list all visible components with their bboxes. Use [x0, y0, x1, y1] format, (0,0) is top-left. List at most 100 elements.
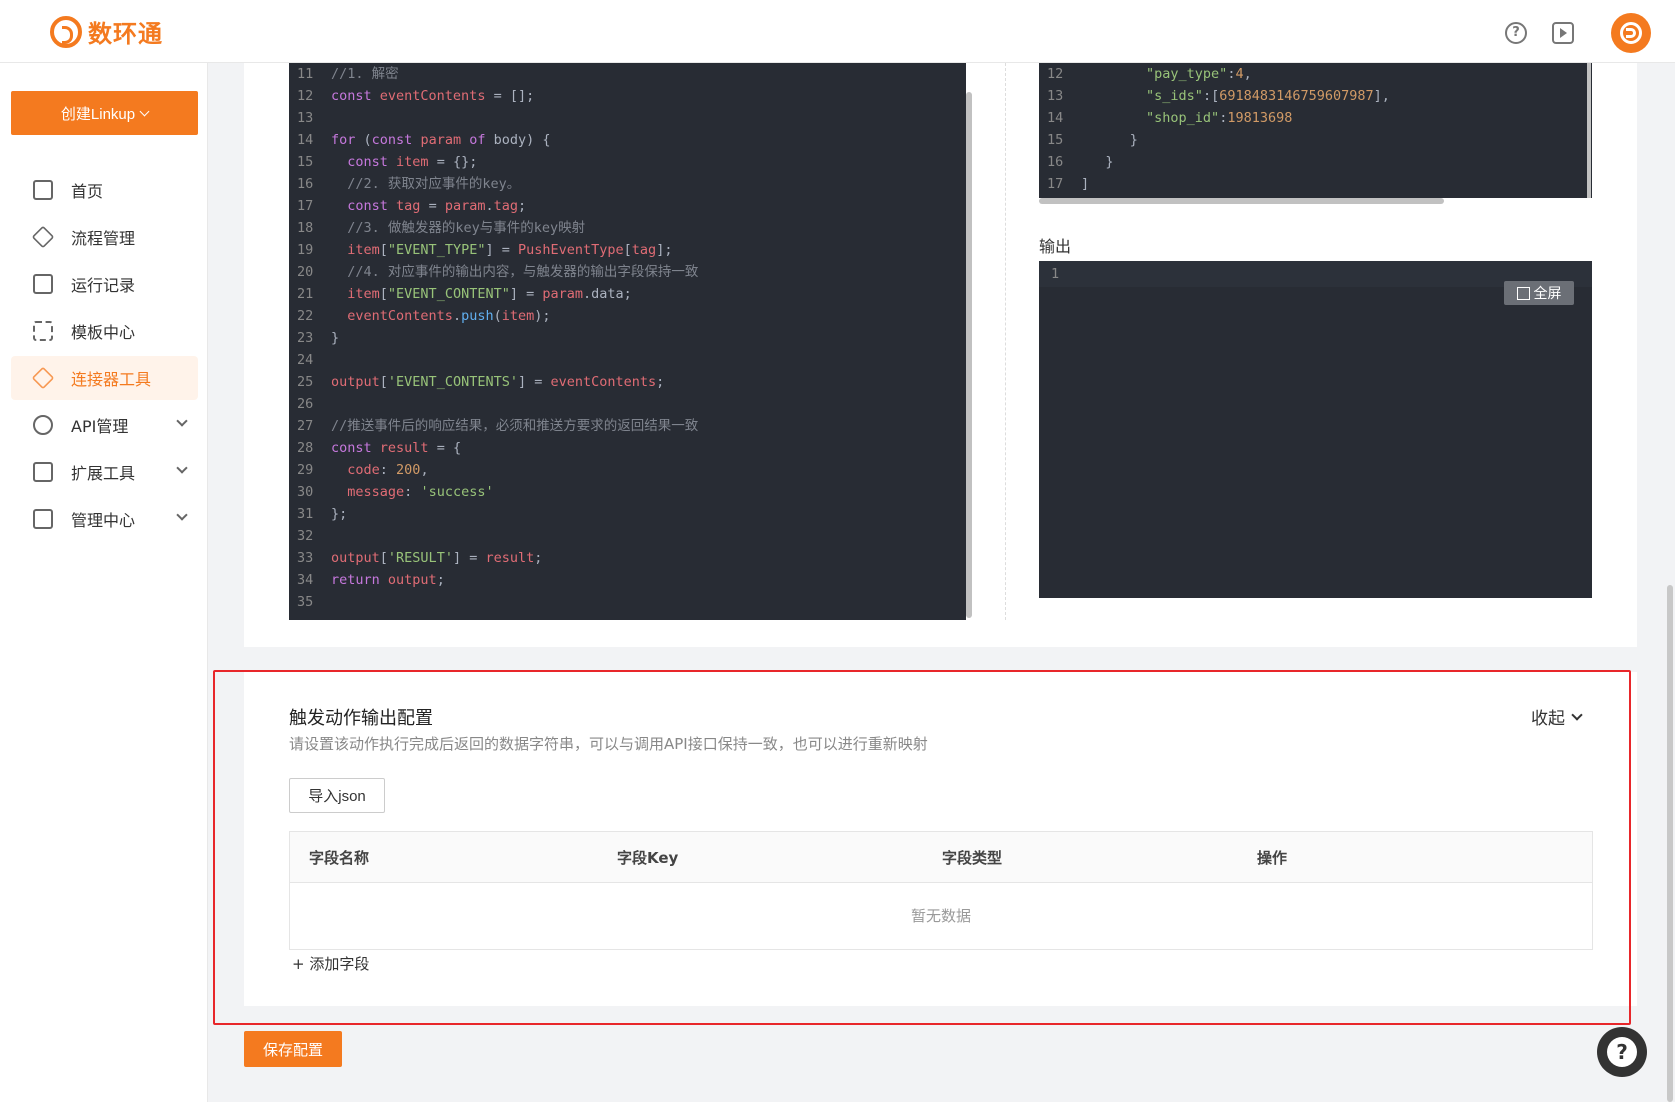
code-line: 21 item["EVENT_CONTENT"] = param.data; — [289, 283, 966, 305]
line-text: for (const param of body) { — [331, 132, 551, 148]
output-label: 输出 — [1039, 237, 1072, 256]
sidebar-item-api-management[interactable]: API管理 — [11, 403, 198, 447]
code-line: 12 "pay_type":4, — [1039, 63, 1592, 85]
sidebar-item-extension-tools[interactable]: 扩展工具 — [11, 450, 198, 494]
line-text: "shop_id":19813698 — [1146, 110, 1293, 126]
line-number: 13 — [1047, 88, 1064, 104]
code-line: 16 } — [1039, 151, 1592, 173]
output-editor[interactable]: 1 — [1039, 261, 1592, 598]
code-line: 20 //4. 对应事件的输出内容，与触发器的输出字段保持一致 — [289, 261, 966, 283]
line-text: const result = { — [331, 440, 462, 456]
code-line: 16 //2. 获取对应事件的key。 — [289, 173, 966, 195]
code-editor-input[interactable]: 12 "pay_type":4, 13 "s_ids":[691848314675… — [1039, 63, 1592, 198]
sidebar-item-connector-tools[interactable]: 连接器工具 — [11, 356, 198, 400]
grid-icon — [33, 321, 53, 341]
line-number: 11 — [297, 66, 314, 82]
avatar[interactable] — [1611, 13, 1651, 53]
line-text: code: 200, — [347, 462, 429, 478]
code-line: 24 — [289, 349, 966, 371]
sidebar-item-label: 首页 — [71, 182, 104, 201]
line-number: 12 — [1047, 66, 1064, 82]
line-number: 33 — [297, 550, 314, 566]
line-text: item["EVENT_TYPE"] = PushEventType[tag]; — [347, 242, 673, 258]
line-number: 15 — [1047, 132, 1064, 148]
line-number: 14 — [1047, 110, 1064, 126]
help-icon: ? — [1607, 1037, 1637, 1067]
code-editor-script[interactable]: 11 //1. 解密 12 const eventContents = []; 13 14… — [289, 63, 966, 620]
sidebar-item-label: 运行记录 — [71, 276, 136, 295]
chevron-down-icon — [176, 415, 188, 427]
fullscreen-button[interactable]: 全屏 — [1504, 281, 1574, 305]
sidebar-item-label: 管理中心 — [71, 511, 136, 530]
line-number: 27 — [297, 418, 314, 434]
line-text: ] — [1081, 176, 1090, 192]
code-line: 34 return output; — [289, 569, 966, 591]
section-description: 请设置该动作执行完成后返回的数据字符串，可以与调用API接口保持一致，也可以进行… — [289, 735, 928, 753]
line-number: 30 — [297, 484, 314, 500]
import-json-button[interactable]: 导入json — [289, 778, 385, 813]
sidebar-item-templates[interactable]: 模板中心 — [11, 309, 198, 353]
code-line: 33 output['RESULT'] = result; — [289, 547, 966, 569]
expand-icon — [1516, 286, 1530, 300]
save-config-button[interactable]: 保存配置 — [244, 1031, 342, 1067]
sidebar-item-flow-management[interactable]: 流程管理 — [11, 215, 198, 259]
line-number: 18 — [297, 220, 314, 236]
line-text: //4. 对应事件的输出内容，与触发器的输出字段保持一致 — [331, 264, 699, 280]
help-icon[interactable]: ? — [1505, 22, 1527, 44]
monitor-icon — [33, 180, 53, 200]
collapse-toggle[interactable]: 收起 — [1531, 704, 1583, 729]
line-text: eventContents.push(item); — [347, 308, 551, 324]
code-line: 19 item["EVENT_TYPE"] = PushEventType[ta… — [289, 239, 966, 261]
code-line: 32 — [289, 525, 966, 547]
line-number: 14 — [297, 132, 314, 148]
line-text: //推送事件后的响应结果，必须和推送方要求的返回结果一致 — [331, 418, 699, 434]
line-number: 16 — [1047, 154, 1064, 170]
column-header-field-key: 字段Key — [617, 849, 679, 867]
line-number: 17 — [1047, 176, 1064, 192]
line-text: } — [331, 330, 340, 346]
sidebar-item-label: API管理 — [71, 417, 129, 436]
code-line: 15 } — [1039, 129, 1592, 151]
code-line: 30 message: 'success' — [289, 481, 966, 503]
code-line: 26 — [289, 393, 966, 415]
input-editor-hscrollbar[interactable] — [1039, 198, 1444, 204]
create-linkup-button[interactable]: 创建Linkup — [11, 91, 198, 135]
line-text: //3. 做触发器的key与事件的key映射 — [331, 220, 586, 236]
line-number: 15 — [297, 154, 314, 170]
add-field-link[interactable]: + 添加字段 — [292, 953, 369, 974]
fullscreen-label: 全屏 — [1533, 286, 1562, 302]
line-number: 32 — [297, 528, 314, 544]
fields-table: 字段名称 字段Key 字段类型 操作 暂无数据 — [289, 831, 1593, 950]
video-icon[interactable] — [1552, 22, 1574, 44]
code-line: 28 const result = { — [289, 437, 966, 459]
logo[interactable]: 数环通 — [50, 14, 163, 49]
sidebar-item-home[interactable]: 首页 — [11, 168, 198, 212]
line-number: 13 — [297, 110, 314, 126]
code-editor-scrollbar[interactable] — [966, 92, 972, 618]
cube-icon — [31, 366, 55, 390]
floating-help-button[interactable]: ? — [1597, 1027, 1647, 1077]
line-text: "s_ids":[6918483146759607987], — [1146, 88, 1390, 104]
chevron-down-icon — [1571, 708, 1583, 721]
line-number: 16 — [297, 176, 314, 192]
line-number: 31 — [297, 506, 314, 522]
line-number: 28 — [297, 440, 314, 456]
input-editor-vscrollbar[interactable] — [1587, 63, 1591, 198]
logo-text: 数环通 — [88, 20, 163, 48]
line-text: } — [1081, 132, 1138, 148]
line-number: 24 — [297, 352, 314, 368]
code-line: 13 "s_ids":[6918483146759607987], — [1039, 85, 1592, 107]
sidebar-item-label: 模板中心 — [71, 323, 136, 342]
clipboard-icon — [33, 274, 53, 294]
code-line: 31}; — [289, 503, 966, 525]
sidebar: 创建Linkup 首页 流程管理 运行记录 模板中心 连接器工具 API管理 扩… — [0, 63, 208, 1102]
line-number: 21 — [297, 286, 314, 302]
code-line: 23} — [289, 327, 966, 349]
line-number: 35 — [297, 594, 314, 610]
sidebar-item-run-records[interactable]: 运行记录 — [11, 262, 198, 306]
code-line: 14 "shop_id":19813698 — [1039, 107, 1592, 129]
page-scrollbar[interactable] — [1667, 585, 1673, 1102]
line-number: 26 — [297, 396, 314, 412]
sidebar-item-management-center[interactable]: 管理中心 — [11, 497, 198, 541]
line-text: item["EVENT_CONTENT"] = param.data; — [347, 286, 632, 302]
